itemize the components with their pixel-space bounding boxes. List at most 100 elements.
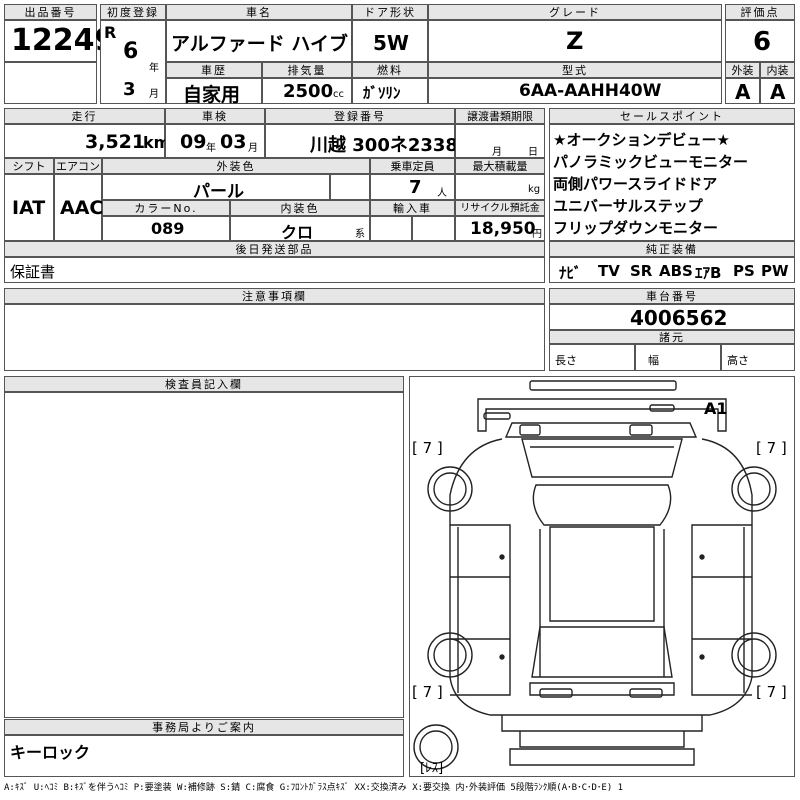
legend-text: A:ｷｽﾞ U:ﾍｺﾐ B:ｷｽﾞを伴うﾍｺﾐ P:要塗装 W:補修跡 S:錆 …	[4, 783, 624, 793]
recycle-fee: 18,950	[470, 219, 536, 239]
office-notice: キーロック	[10, 743, 91, 762]
width-label: 幅	[648, 354, 659, 367]
max-load-cell: kg	[455, 174, 545, 200]
shift-label: シフト	[4, 158, 54, 174]
fuel-cell: ｶﾞｿﾘﾝ	[352, 78, 428, 104]
notes-label: 注意事項欄	[4, 288, 545, 304]
lot-number-label: 出品番号	[4, 4, 97, 20]
import-cell-a	[370, 216, 412, 241]
import-label: 輸入車	[370, 200, 455, 216]
first-registration-label: 初度登録	[100, 4, 166, 20]
month-unit: 月	[149, 89, 159, 100]
interior-color: クロ	[281, 223, 314, 242]
mileage: 3,521	[85, 131, 146, 153]
door-type: 5W	[373, 31, 409, 55]
interior-grade: A	[770, 80, 786, 104]
import-cell-b	[412, 216, 455, 241]
shift: IAT	[12, 197, 46, 219]
car-name-cell: アルファード ハイブリッド	[166, 20, 405, 62]
chassis-number-cell: 4006562	[549, 304, 795, 330]
exterior-color-extra	[330, 174, 370, 200]
displacement-label: 排気量	[262, 62, 352, 78]
interior-color-cell: クロ 系	[230, 216, 370, 242]
inspector-notes-label: 検査員記入欄	[4, 376, 404, 392]
later-parts: 保証書	[10, 263, 56, 281]
recycle-fee-label: リサイクル預託金	[455, 200, 545, 216]
office-notice-label: 事務局よりご案内	[4, 719, 404, 735]
exterior-color-label: 外装色	[102, 158, 370, 174]
aircon-label: エアコン	[54, 158, 102, 174]
mileage-cell: 3,521 km	[4, 124, 170, 158]
score: 6	[753, 27, 772, 57]
height-cell: 高さ	[721, 344, 795, 371]
grade-cell: Z	[428, 20, 722, 62]
equipment-cell: ﾅﾋﾞ TV SR ABS ｴｱB PS PW	[549, 257, 795, 283]
sales-point-item: ユニバーサルステップ	[553, 197, 703, 215]
first-registration-cell: R 6 年 3 月	[100, 20, 166, 104]
history-cell: 自家用	[166, 78, 262, 106]
first-registration-month: 3	[123, 79, 136, 100]
sales-point-item: フリップダウンモニター	[553, 219, 719, 237]
inspection-month: 03	[220, 131, 247, 153]
office-notice-cell: キーロック	[4, 735, 404, 777]
max-load-unit: kg	[528, 184, 541, 195]
recycle-fee-unit: 円	[532, 229, 542, 240]
height-label: 高さ	[727, 354, 749, 367]
interior-grade-label: 内装	[760, 62, 795, 78]
transfer-deadline-label: 譲渡書類期限	[455, 108, 545, 124]
history-label: 車歴	[166, 62, 262, 78]
grade-label: グレード	[428, 4, 722, 20]
damage-mark-right-rear: [ 7 ]	[756, 683, 787, 701]
registration-number: 川越 300ネ2338	[310, 135, 458, 156]
width-cell: 幅	[635, 344, 721, 371]
registration-number-cell: 川越 300ネ2338	[265, 124, 458, 158]
transfer-deadline-cell: 月 日	[455, 124, 545, 158]
exterior-color: パール	[193, 182, 244, 202]
displacement-cell: 2500 cc	[262, 78, 352, 104]
recycle-fee-cell: 18,950 円	[455, 216, 545, 241]
model-cell: 6AA-AAHH40W	[428, 78, 722, 104]
displacement: 2500	[283, 81, 334, 102]
history: 自家用	[183, 84, 241, 106]
model-label: 型式	[428, 62, 722, 78]
inspection-month-unit: 月	[248, 143, 258, 154]
lot-number-cell: 12249	[4, 20, 115, 62]
car-outline-svg	[413, 380, 777, 770]
exterior-grade-label: 外装	[725, 62, 760, 78]
color-number-label: カラーNo.	[102, 200, 230, 216]
grade: Z	[566, 27, 584, 55]
exterior-color-cell: パール	[102, 174, 330, 202]
equipment-item: ｴｱB	[695, 264, 722, 282]
first-registration-era: R	[104, 23, 117, 42]
inspector-notes-area	[4, 392, 404, 718]
chassis-number: 4006562	[630, 306, 728, 330]
lot-number-blank	[4, 62, 97, 104]
first-registration-year: 6	[123, 39, 139, 64]
registration-number-label: 登録番号	[265, 108, 455, 124]
equipment-label: 純正装備	[549, 241, 795, 257]
equipment-item: PS	[733, 262, 755, 280]
shift-cell: IAT	[4, 174, 54, 241]
damage-mark-right-front: [ 7 ]	[756, 439, 787, 457]
later-parts-cell: 保証書	[4, 257, 545, 283]
inspection-year-unit: 年	[206, 143, 216, 154]
year-unit: 年	[149, 63, 159, 74]
damage-mark-spare: [ﾚｽ]	[420, 761, 444, 776]
sales-point-item: 両側パワースライドドア	[553, 175, 718, 193]
car-name-label: 車名	[166, 4, 352, 20]
fuel-label: 燃料	[352, 62, 428, 78]
door-type-cell: 5W	[352, 20, 428, 62]
door-type-label: ドア形状	[352, 4, 428, 20]
interior-color-label: 内装色	[230, 200, 370, 216]
color-number-cell: 089	[102, 216, 230, 241]
sales-points-list: ★オークションデビュー★ パノラミックビューモニター 両側パワースライドドア ユ…	[549, 124, 795, 241]
fuel: ｶﾞｿﾘﾝ	[363, 84, 401, 102]
inspection-year: 09	[180, 131, 207, 153]
exterior-grade: A	[735, 80, 751, 104]
chassis-number-label: 車台番号	[549, 288, 795, 304]
sales-points-label: セールスポイント	[549, 108, 795, 124]
damage-mark-front: A1	[704, 399, 728, 418]
damage-diagram: A1 [ 7 ] [ 7 ] [ 7 ] [ 7 ] [ﾚｽ]	[409, 376, 795, 777]
score-cell: 6	[725, 20, 795, 62]
equipment-item: ﾅﾋﾞ	[559, 264, 582, 282]
